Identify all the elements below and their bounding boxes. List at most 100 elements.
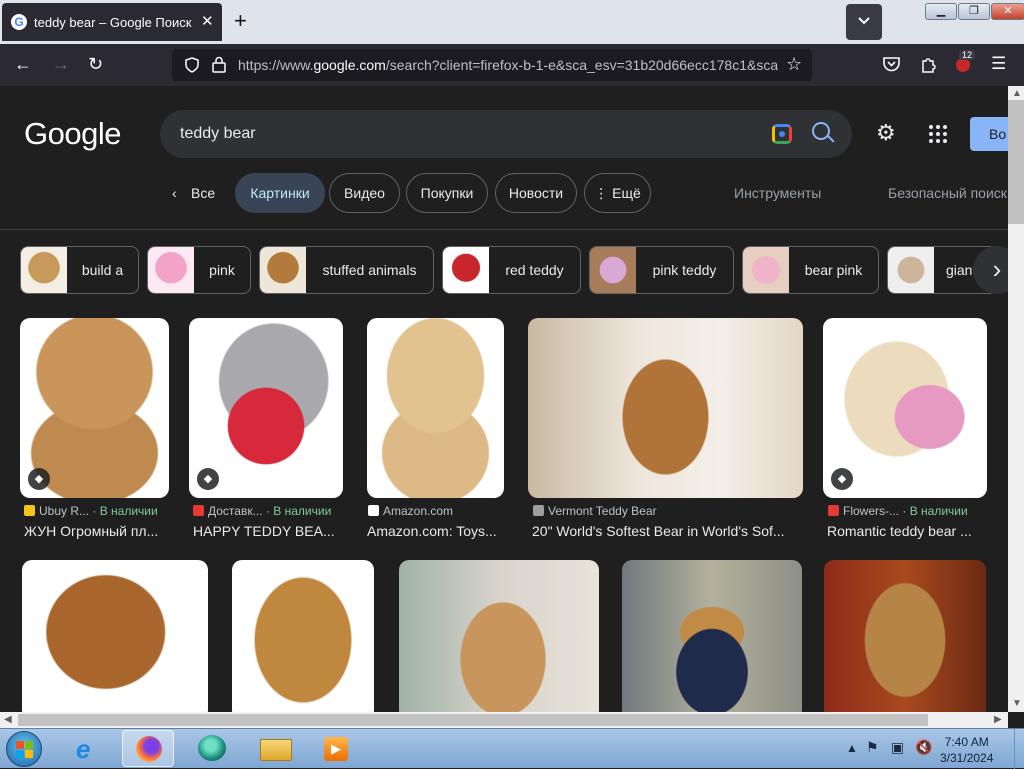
site-favicon-icon	[828, 505, 839, 516]
result-image[interactable]	[367, 318, 504, 498]
chevron-left-icon[interactable]: ‹	[172, 185, 177, 201]
tab-more[interactable]: ⋮ Ещё	[584, 173, 651, 213]
browser-tab-active[interactable]: G teddy bear – Google Поиск ✕	[2, 3, 222, 41]
amazon-favicon-icon	[368, 505, 379, 516]
result-image[interactable]	[528, 318, 803, 498]
result-image[interactable]	[399, 560, 599, 712]
result-source[interactable]: Ubuy R... · В наличии	[24, 504, 158, 518]
sign-in-button[interactable]: Во	[970, 117, 1008, 151]
close-window-button[interactable]: ✕	[991, 3, 1024, 20]
media-player-icon[interactable]: ▶	[310, 730, 362, 767]
clock-date: 3/31/2024	[940, 751, 994, 765]
tab-images[interactable]: Картинки	[235, 173, 325, 213]
horizontal-scroll-thumb[interactable]	[18, 714, 928, 726]
result-image[interactable]: ◆	[189, 318, 343, 498]
shopping-tag-icon: ◆	[831, 468, 853, 490]
windows-taskbar: e ▶ ▲ ⚑ ▣ 🔇 7:40 AM 3/31/2024	[0, 728, 1024, 769]
result-source[interactable]: Amazon.com	[368, 504, 453, 518]
tab-all[interactable]: Все	[191, 185, 215, 201]
result-source[interactable]: Доставк... · В наличии	[193, 504, 331, 518]
extension-badge: 12	[959, 50, 976, 60]
result-image[interactable]	[22, 560, 208, 712]
maximize-button[interactable]: ❐	[958, 3, 990, 20]
firefox-icon[interactable]	[122, 730, 174, 767]
google-images-page: Google teddy bear ⚙ Во ‹ Все Картинки Ви…	[0, 86, 1008, 712]
tab-strip: G teddy bear – Google Поиск ✕ + ▁ ❐ ✕	[0, 0, 1024, 44]
result-caption[interactable]: ЖУН Огромный пл...	[24, 523, 174, 539]
result-image[interactable]	[824, 560, 986, 712]
divider	[0, 229, 1008, 230]
result-image[interactable]: ◆	[823, 318, 987, 498]
related-chip-build-a[interactable]: build a	[20, 246, 139, 294]
related-chip-pink[interactable]: pink	[147, 246, 251, 294]
forward-arrow-icon[interactable]: →	[52, 54, 70, 74]
related-chip-pink-teddy[interactable]: pink teddy	[589, 246, 734, 294]
tab-video[interactable]: Видео	[329, 173, 400, 213]
related-chip-red-teddy[interactable]: red teddy	[442, 246, 581, 294]
result-image[interactable]	[622, 560, 802, 712]
new-tab-button[interactable]: +	[234, 9, 247, 33]
site-favicon-icon	[24, 505, 35, 516]
shield-icon[interactable]	[184, 57, 200, 73]
tab-title: teddy bear – Google Поиск	[34, 15, 192, 30]
tools-button[interactable]: Инструменты	[734, 185, 821, 201]
back-arrow-icon[interactable]: ←	[14, 54, 32, 74]
system-clock[interactable]: 7:40 AM 3/31/2024	[940, 734, 993, 766]
result-caption[interactable]: Amazon.com: Toys...	[367, 523, 507, 539]
minimize-button[interactable]: ▁	[925, 3, 957, 20]
show-desktop-button[interactable]	[1014, 729, 1024, 769]
safe-search-button[interactable]: Безопасный поиск	[888, 185, 1007, 201]
scroll-left-arrow-icon[interactable]: ◀	[4, 714, 12, 725]
tab-shopping[interactable]: Покупки	[406, 173, 488, 213]
result-image[interactable]	[232, 560, 374, 712]
scroll-right-arrow-icon[interactable]: ▶	[994, 714, 1002, 725]
result-caption[interactable]: Romantic teddy bear ...	[827, 523, 987, 539]
extension-icon[interactable]	[956, 58, 970, 72]
result-source[interactable]: Vermont Teddy Bear	[533, 504, 657, 518]
google-logo[interactable]: Google	[24, 116, 121, 152]
tab-news[interactable]: Новости	[495, 173, 577, 213]
google-lens-icon[interactable]	[772, 124, 792, 144]
more-vertical-icon: ⋮	[594, 185, 613, 201]
related-chip-bear-pink[interactable]: bear pink	[742, 246, 879, 294]
search-input[interactable]: teddy bear	[180, 125, 256, 143]
list-all-tabs-button[interactable]	[846, 4, 882, 40]
lock-icon[interactable]	[212, 56, 226, 73]
reload-icon[interactable]: ↻	[88, 54, 103, 74]
chevron-down-icon	[858, 17, 870, 25]
search-box[interactable]: teddy bear	[160, 110, 852, 158]
app-icon[interactable]	[186, 730, 238, 767]
vertical-scroll-thumb[interactable]	[1008, 100, 1024, 224]
bookmark-star-icon[interactable]: ☆	[786, 54, 802, 75]
pocket-icon[interactable]	[883, 57, 900, 72]
google-favicon-icon: G	[11, 14, 27, 30]
address-bar[interactable]: https://www.google.com/search?client=fir…	[172, 49, 812, 81]
navigation-toolbar: ← → ↻ https://www.google.com/search?clie…	[0, 44, 1024, 86]
settings-gear-icon[interactable]: ⚙	[876, 122, 898, 144]
related-chip-stuffed-animals[interactable]: stuffed animals	[259, 246, 434, 294]
tab-close-icon[interactable]: ✕	[201, 12, 214, 30]
file-explorer-icon[interactable]	[250, 730, 302, 767]
search-icon[interactable]	[812, 122, 830, 140]
site-favicon-icon	[193, 505, 204, 516]
result-caption[interactable]: 20" World's Softest Bear in World's Sof.…	[532, 523, 802, 539]
hamburger-menu-icon[interactable]: ☰	[991, 54, 1006, 74]
result-caption[interactable]: HAPPY TEDDY BEA...	[193, 523, 343, 539]
show-hidden-icons-icon[interactable]: ▲	[846, 741, 858, 755]
start-button[interactable]	[6, 731, 42, 767]
extensions-puzzle-icon[interactable]	[920, 56, 937, 73]
scroll-down-arrow-icon[interactable]: ▼	[1012, 698, 1022, 709]
result-image[interactable]: ◆	[20, 318, 169, 498]
internet-explorer-icon[interactable]: e	[64, 730, 116, 767]
scroll-up-arrow-icon[interactable]: ▲	[1012, 88, 1022, 99]
shopping-tag-icon: ◆	[197, 468, 219, 490]
clock-time: 7:40 AM	[944, 735, 989, 749]
result-source[interactable]: Flowers-... · В наличии	[828, 504, 968, 518]
url-text: https://www.google.com/search?client=fir…	[238, 57, 778, 73]
action-center-flag-icon[interactable]: ⚑	[866, 739, 879, 756]
volume-muted-icon[interactable]: 🔇	[915, 739, 932, 756]
google-apps-icon[interactable]	[929, 125, 947, 143]
network-icon[interactable]: ▣	[891, 739, 904, 756]
site-favicon-icon	[533, 505, 544, 516]
shopping-tag-icon: ◆	[28, 468, 50, 490]
